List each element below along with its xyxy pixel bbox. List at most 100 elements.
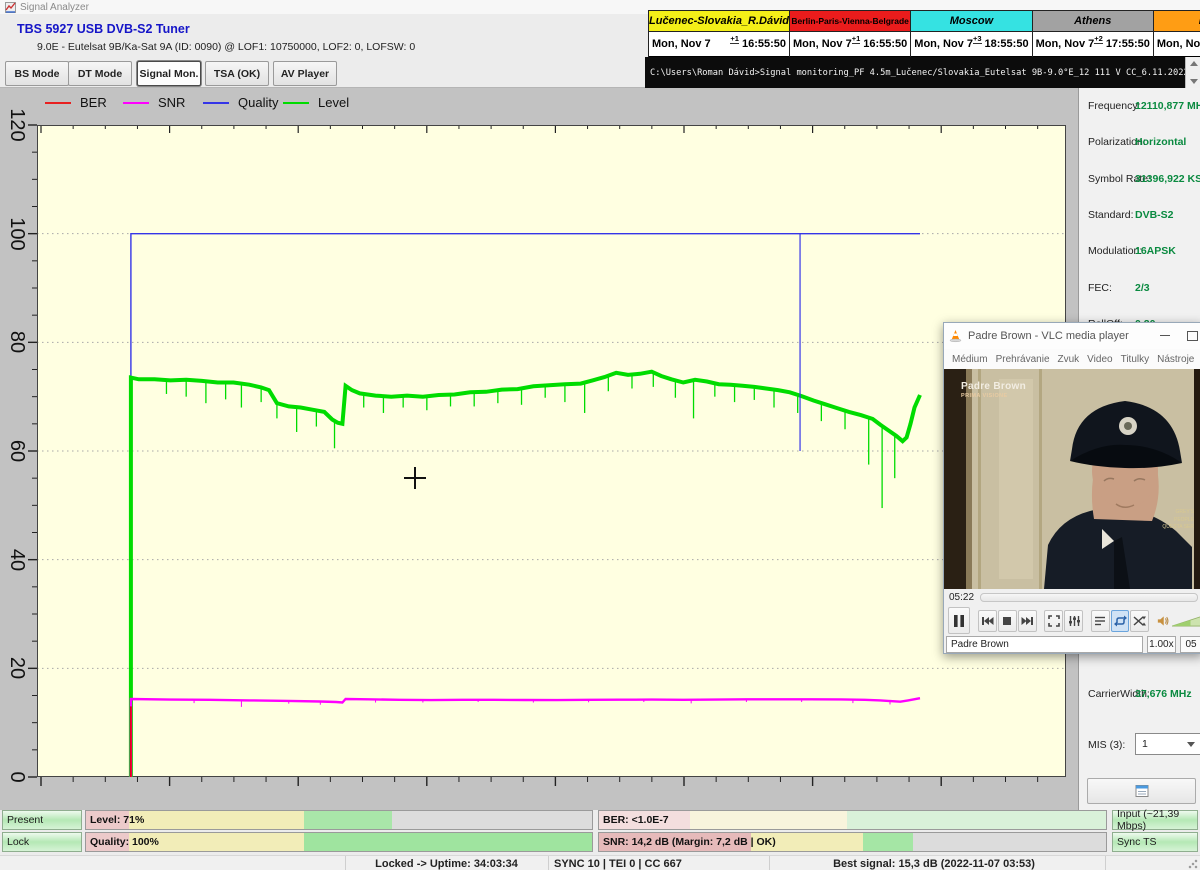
- legend-swatch: [123, 102, 149, 104]
- lock-indicator: Lock: [2, 832, 82, 852]
- param-label: FEC:: [1088, 282, 1112, 294]
- vlc-menu-video[interactable]: Video: [1087, 354, 1112, 365]
- clock-column: DubaiMon, Nov 7+419:55:50: [1154, 11, 1200, 57]
- vlc-seekbar[interactable]: [980, 593, 1198, 602]
- status-section: [0, 856, 346, 870]
- panel-button[interactable]: [1087, 778, 1196, 804]
- video-overlay-title: Padre Brown: [961, 381, 1026, 392]
- sync-status: SYNC 10 | TEI 0 | CC 667: [548, 856, 770, 870]
- vlc-cone-icon: [949, 329, 962, 343]
- stop-button[interactable]: [998, 610, 1017, 632]
- param-label: Frequency:: [1088, 100, 1141, 112]
- meter-segment: [863, 833, 914, 851]
- param-value: DVB-S2: [1135, 209, 1174, 221]
- next-icon: [1021, 616, 1034, 626]
- level-meter: Level: 71%: [85, 810, 593, 830]
- vlc-menu-n-stroje[interactable]: Nástroje: [1157, 354, 1194, 365]
- legend-label: BER: [80, 95, 107, 110]
- meter-segment: [392, 811, 592, 829]
- snr-meter: SNR: 14,2 dB (Margin: 7,2 dB | OK): [598, 832, 1107, 852]
- signal-analyzer-app: Signal Analyzer TBS 5927 USB DVB-S2 Tune…: [0, 0, 1200, 870]
- video-frame: [944, 369, 1200, 589]
- console-scrollbar[interactable]: [1185, 57, 1200, 88]
- media-title-field[interactable]: Padre Brown: [946, 636, 1143, 653]
- scroll-down-icon[interactable]: [1190, 79, 1198, 84]
- clock-city: Athens: [1033, 11, 1153, 32]
- playback-speed[interactable]: 1.00x: [1147, 636, 1176, 653]
- clock-city: Dubai: [1154, 11, 1200, 32]
- tab-tsa-ok-[interactable]: TSA (OK): [205, 61, 269, 86]
- param-value: Horizontal: [1135, 136, 1186, 148]
- maximize-icon[interactable]: [1187, 331, 1198, 341]
- meter-label: SNR: 14,2 dB (Margin: 7,2 dB | OK): [603, 833, 776, 851]
- status-bar: Locked -> Uptime: 34:03:34 SYNC 10 | TEI…: [0, 855, 1200, 870]
- tuner-name: TBS 5927 USB DVB-S2 Tuner: [17, 22, 190, 36]
- scroll-up-icon[interactable]: [1190, 61, 1198, 66]
- best-signal-status: Best signal: 15,3 dB (2022-11-07 03:53): [763, 856, 1106, 870]
- clock-city: Lučenec-Slovakia_R.Dávid: [649, 11, 789, 32]
- app-icon: [5, 2, 16, 13]
- tab-signal-mon-[interactable]: Signal Mon.: [137, 61, 201, 86]
- next-button[interactable]: [1018, 610, 1037, 632]
- legend-swatch: [283, 102, 309, 104]
- clock-time-row: Mon, Nov 7+419:55:50: [1154, 32, 1200, 56]
- clock-column: AthensMon, Nov 7+217:55:50: [1033, 11, 1154, 57]
- vlc-video-area[interactable]: Padre Brown PRIMA VISIONE GREY'S PEOPLE …: [944, 369, 1200, 589]
- meter-segment: [847, 811, 1106, 829]
- world-clocks-widget: Lučenec-Slovakia_R.DávidMon, Nov 7+116:5…: [648, 10, 1200, 58]
- y-axis-tick-label: 60: [2, 436, 32, 466]
- volume-icon[interactable]: [1157, 614, 1169, 628]
- legend-item-quality: Quality: [203, 95, 278, 110]
- signal-chart: [37, 125, 1066, 777]
- vlc-menu-titulky[interactable]: Titulky: [1121, 354, 1150, 365]
- clock-column: MoscowMon, Nov 7+318:55:50: [911, 11, 1032, 57]
- clock-city: Berlin-Paris-Vienna-Belgrade: [790, 11, 910, 32]
- sync-ts-indicator: Sync TS: [1112, 832, 1198, 852]
- minimize-icon[interactable]: [1160, 335, 1170, 336]
- clock-column: Berlin-Paris-Vienna-BelgradeMon, Nov 7+1…: [790, 11, 911, 57]
- window-list-icon: [1135, 785, 1149, 797]
- mis-label: MIS (3):: [1088, 739, 1125, 751]
- shuffle-button[interactable]: [1130, 610, 1149, 632]
- tab-av-player[interactable]: AV Player: [273, 61, 337, 86]
- playlist-button[interactable]: [1091, 610, 1110, 632]
- loop-icon: [1114, 615, 1127, 627]
- clock-time-row: Mon, Nov 7+318:55:50: [911, 32, 1031, 56]
- resize-grip[interactable]: [1188, 859, 1198, 869]
- equalizer-button[interactable]: [1064, 610, 1083, 632]
- quality-meter: Quality: 100%: [85, 832, 593, 852]
- fullscreen-icon: [1048, 615, 1060, 627]
- window-title: Signal Analyzer: [20, 2, 89, 13]
- previous-button[interactable]: [978, 610, 997, 632]
- vlc-menu-prehr-vanie[interactable]: Prehrávanie: [996, 354, 1050, 365]
- y-axis-tick-label: 80: [2, 327, 32, 357]
- vlc-menu-zvuk[interactable]: Zvuk: [1058, 354, 1080, 365]
- signal-plot: [37, 125, 1066, 777]
- loop-button[interactable]: [1111, 610, 1130, 632]
- fullscreen-button[interactable]: [1044, 610, 1063, 632]
- meter-segment: [913, 833, 1106, 851]
- console-window[interactable]: C:\Users\Roman Dávid>Signal monitoring_P…: [645, 57, 1185, 88]
- tuner-subtitle: 9.0E - Eutelsat 9B/Ka-Sat 9A (ID: 0090) …: [37, 41, 415, 53]
- total-time-clipped: 05: [1180, 636, 1200, 653]
- param-value: 2/3: [1135, 282, 1150, 294]
- video-overlay-subtitle: PRIMA VISIONE: [961, 393, 1008, 399]
- vlc-menu-m-dium[interactable]: Médium: [952, 354, 988, 365]
- equalizer-icon: [1068, 615, 1080, 627]
- clock-time-row: Mon, Nov 7+116:55:50: [790, 32, 910, 56]
- param-value: 37,676 MHz: [1135, 688, 1192, 700]
- y-axis-tick-label: 20: [2, 653, 32, 683]
- mis-value: 1: [1142, 738, 1148, 750]
- tab-dt-mode[interactable]: DT Mode: [68, 61, 132, 86]
- volume-slider[interactable]: [1172, 613, 1200, 629]
- pause-button[interactable]: [948, 607, 970, 634]
- legend-label: SNR: [158, 95, 185, 110]
- legend-label: Quality: [238, 95, 278, 110]
- chart-legend: BERSNRQualityLevel: [0, 95, 500, 113]
- y-axis-tick-label: 100: [2, 219, 32, 249]
- playlist-icon: [1094, 615, 1106, 627]
- mis-dropdown[interactable]: 1: [1135, 733, 1200, 755]
- y-axis-tick-label: 120: [2, 110, 32, 140]
- tab-bs-mode[interactable]: BS Mode: [5, 61, 69, 86]
- meter-label: BER: <1.0E-7: [603, 811, 669, 829]
